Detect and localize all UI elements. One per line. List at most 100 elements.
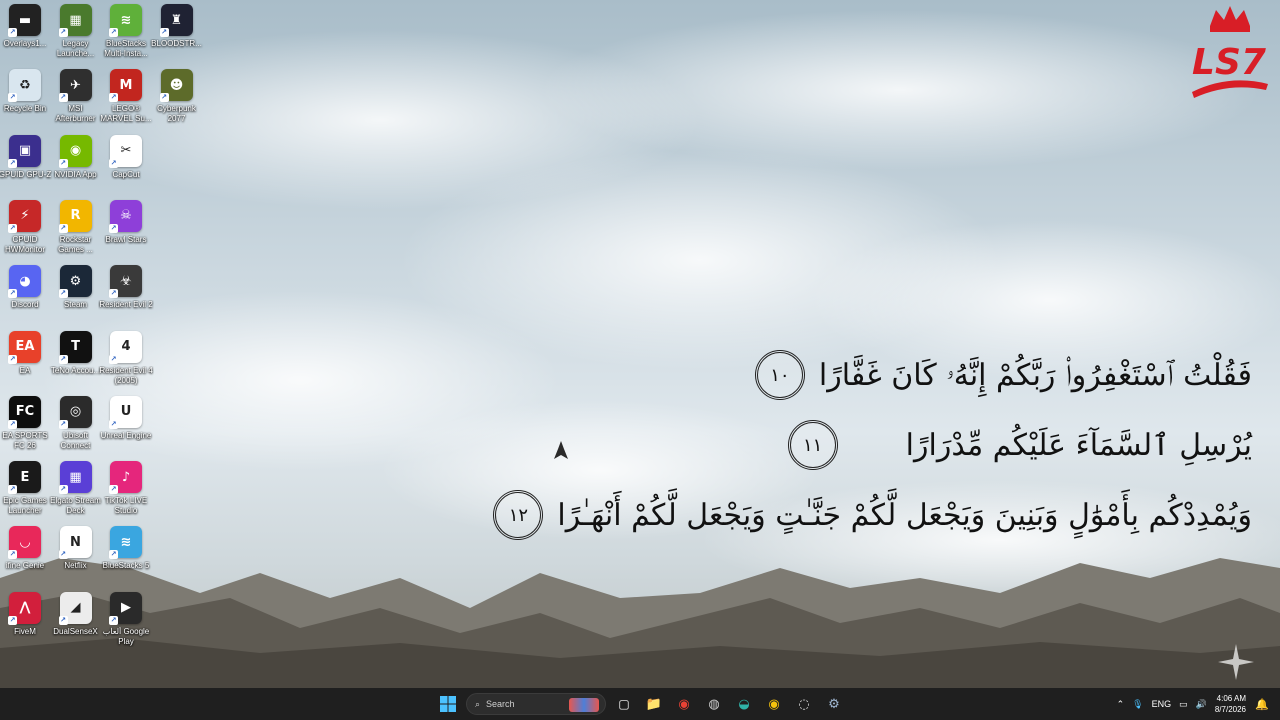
app-glyph: U [120, 404, 132, 420]
desktop-icon[interactable]: ☠ ↗ Brawl Stars [100, 199, 152, 262]
app-icon: ◉ ↗ [58, 134, 92, 168]
shortcut-arrow-icon: ↗ [109, 419, 118, 429]
desktop-icon[interactable]: ⚡ ↗ CPUID HWMonitor [0, 199, 51, 262]
app-glyph: ◎ [69, 404, 82, 420]
desktop-icon[interactable]: ♜ ↗ BLOODSTR... [151, 4, 203, 66]
network-icon[interactable]: ▭ [1179, 699, 1188, 710]
app-glyph: ◉ [69, 143, 82, 159]
shortcut-arrow-icon: ↗ [58, 28, 68, 37]
desktop-icon[interactable]: ◡ ↗ ifine Genie [0, 526, 51, 588]
desktop-icon[interactable]: T ↗ TeNo Accou... [50, 330, 102, 393]
app-icon: ⚡ ↗ [8, 199, 41, 233]
desktop-icon[interactable]: ⋀ ↗ FiveM [0, 591, 51, 654]
clock[interactable]: 4:06 AM 8/7/2026 [1215, 693, 1246, 715]
verse-line: يُرْسِلِ ٱلسَّمَآءَ عَلَيْكُم مِّدْرَارً… [787, 420, 1252, 470]
clock-date: 8/7/2026 [1214, 705, 1246, 714]
shortcut-arrow-icon: ↗ [159, 28, 169, 37]
pinned-app-button[interactable]: ◉ [762, 692, 786, 716]
desktop-icon[interactable]: M ↗ LEGO® MARVEL Su... [100, 69, 152, 131]
pinned-app-button[interactable]: ◒ [732, 692, 756, 716]
microphone-icon[interactable]: 🎙 [1132, 699, 1143, 710]
pinned-app-button[interactable]: 📁 [642, 692, 666, 716]
desktop-icon-label: Discord [11, 300, 39, 310]
app-glyph: T [71, 339, 80, 354]
desktop-icon[interactable]: ▦ ↗ Legacy Launche... [50, 4, 102, 66]
task-view-button[interactable]: ▢ [612, 692, 636, 716]
ayah-number-marker: ١٠ [754, 350, 805, 400]
desktop-icon[interactable]: ☣ ↗ Resident Evil 2 [99, 265, 153, 327]
desktop-icon[interactable]: ▶ ↗ ألعاب Google Play [100, 591, 152, 654]
shortcut-arrow-icon: ↗ [109, 93, 118, 103]
desktop-icon[interactable]: N ↗ Netflix [50, 526, 102, 588]
desktop-icon-label: Recycle Bin [3, 104, 47, 114]
app-glyph: ▬ [18, 12, 32, 28]
desktop-icon-label: ألعاب Google Play [102, 626, 150, 646]
desktop-icon[interactable]: ◕ ↗ Discord [0, 265, 51, 327]
desktop-icon[interactable]: 4 ↗ Resident Evil 4 (2005) [99, 330, 153, 393]
desktop-icon[interactable]: ♻ ↗ Recycle Bin [0, 69, 51, 131]
app-icon: T ↗ [58, 330, 92, 364]
notification-bell-icon[interactable]: 🔔 [1254, 696, 1270, 712]
desktop-icon[interactable]: U ↗ Unreal Engine [100, 395, 152, 458]
app-glyph: N [70, 534, 81, 550]
desktop-icon-label: BLOODSTR... [151, 39, 202, 48]
desktop-icon-label: Cyberpunk 2077 [157, 104, 196, 124]
desktop-icon-label: EA SPORTS FC 26 [2, 430, 48, 450]
language-indicator[interactable]: ENG [1152, 699, 1172, 709]
app-glyph: ◕ [19, 273, 31, 289]
desktop-icon-label: ifine Genie [5, 561, 45, 571]
desktop-icon[interactable]: ☻ ↗ Cyberpunk 2077 [151, 69, 203, 131]
desktop-icon[interactable]: ⚙ ↗ Steam [50, 265, 102, 327]
pinned-app-button[interactable]: ◉ [672, 692, 696, 716]
shortcut-arrow-icon: ↗ [8, 93, 17, 103]
desktop-icon[interactable]: ✈ ↗ MSI Afterburner [50, 69, 102, 131]
start-button[interactable] [436, 692, 460, 716]
chrome-icon: ◉ [678, 696, 690, 712]
app-glyph: ✂ [120, 143, 132, 159]
app-icon: ♪ ↗ [109, 461, 142, 495]
app-glyph: ♜ [170, 12, 183, 28]
app-icon: R ↗ [58, 199, 92, 233]
desktop-icon[interactable]: R ↗ Rockstar Games ... [50, 199, 102, 262]
shortcut-arrow-icon: ↗ [8, 615, 17, 625]
desktop-icon-label: Resident Evil 4 (2005) [99, 365, 153, 385]
desktop-icon-label: FiveM [14, 626, 36, 636]
app-icon: ≋ ↗ [109, 4, 142, 37]
desktop-icon[interactable]: ✂ ↗ CapCut [100, 134, 152, 197]
app-icon: ⚙ ↗ [58, 265, 92, 299]
app-glyph: ☠ [120, 208, 132, 224]
app-glyph: FC [15, 404, 35, 420]
app-glyph: ≋ [120, 534, 132, 550]
taskbar-center: ⌕ Search ▢ 📁 ◉ ◍ ◒ ◉ ◌ ⚙ [436, 688, 846, 720]
sparkle-icon [1218, 644, 1254, 680]
shortcut-arrow-icon: ↗ [109, 615, 118, 625]
desktop-icon[interactable]: ▦ ↗ Elgato Stream Deck [50, 461, 102, 523]
taskbar-search[interactable]: ⌕ Search [466, 693, 606, 715]
app-glyph: M [119, 77, 133, 93]
desktop-icon[interactable]: ▬ ↗ Overlays1... [0, 4, 51, 66]
desktop-icon[interactable]: ≋ ↗ BlueStacks 5 [100, 526, 152, 588]
desktop-icon[interactable]: E ↗ Epic Games Launcher [0, 461, 51, 523]
ls7-logo: LS7 [1192, 6, 1268, 98]
desktop-icon[interactable]: FC ↗ EA SPORTS FC 26 [0, 395, 51, 458]
app-icon: ≋ ↗ [109, 526, 142, 560]
volume-icon[interactable]: 🔊 [1196, 699, 1207, 710]
desktop-icon-label: GPUID GPU-Z [0, 169, 52, 179]
app-icon: ♜ ↗ [159, 4, 193, 37]
desktop-icon[interactable]: ◎ ↗ Ubisoft Connect [50, 395, 102, 458]
show-hidden-icons-icon[interactable]: ⌃ [1117, 699, 1125, 710]
verse-text: وَيُمْدِدْكُم بِأَمْوَٰلٍ وَبَنِينَ وَيَ… [557, 497, 1252, 533]
desktop-icon-label: Overlays1... [3, 39, 47, 48]
pinned-app-button[interactable]: ⚙ [822, 692, 846, 716]
shortcut-arrow-icon: ↗ [8, 354, 17, 364]
desktop-icon[interactable]: ◉ ↗ NVIDIA App [50, 134, 102, 197]
desktop-icon-label: EA [19, 365, 31, 375]
pinned-app-button[interactable]: ◌ [792, 692, 816, 716]
desktop-icon[interactable]: ▣ ↗ GPUID GPU-Z [0, 134, 52, 197]
desktop-icon[interactable]: EA ↗ EA [0, 330, 51, 393]
desktop-icon[interactable]: ♪ ↗ TikTok LIVE Studio [100, 461, 152, 523]
desktop-icon[interactable]: ≋ ↗ BlueStacks Multi-Insta... [100, 4, 152, 66]
desktop-icon[interactable]: ◢ ↗ DualSenseX [50, 591, 102, 654]
app-glyph: 4 [121, 339, 131, 354]
pinned-app-button[interactable]: ◍ [702, 692, 726, 716]
